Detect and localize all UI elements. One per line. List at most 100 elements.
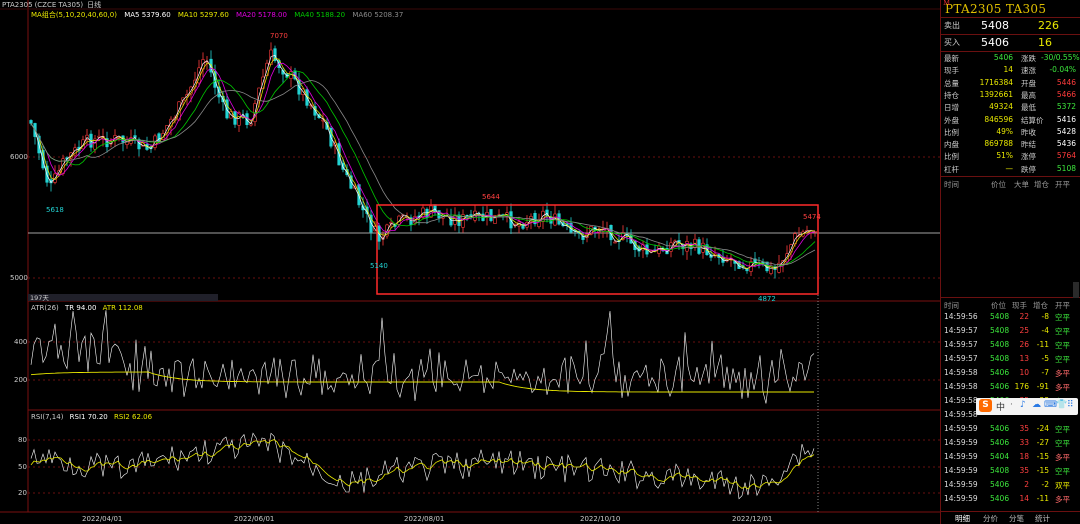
rsi-tick: 50 xyxy=(18,463,27,471)
candle-body xyxy=(613,241,617,244)
tick-time: 14:59:58 xyxy=(944,382,978,391)
tick-row[interactable]: 14:59:58 5406 176 -91 多平 xyxy=(941,382,1080,396)
cloud-icon[interactable]: ☁ xyxy=(1032,400,1041,410)
quote-label: 日增 xyxy=(944,103,959,113)
rsi-tick: 80 xyxy=(18,436,27,444)
tick-price: 5408 xyxy=(990,466,1010,475)
voice-icon[interactable]: ♪ xyxy=(1020,400,1026,410)
candle-body xyxy=(369,214,373,233)
tick-open-close: 多平 xyxy=(1055,453,1070,462)
tick-price: 5406 xyxy=(990,368,1010,377)
tick-position-change: -15 xyxy=(1036,466,1049,475)
quote-label: 最新 xyxy=(944,54,959,63)
tick-price: 5406 xyxy=(990,424,1010,433)
quote-label: 昨收 xyxy=(1021,127,1036,137)
low-annotation: 5618 xyxy=(46,206,64,214)
tick-open-close: 空平 xyxy=(1055,355,1070,364)
tick-position-change: -91 xyxy=(1036,382,1049,391)
quote-label: 比例 xyxy=(944,152,959,162)
quote-value: -0.04% xyxy=(1049,65,1076,75)
kline-chart[interactable]: PTA2305 (CZCE TA305) 日线 MA组合(5,10,20,40,60… xyxy=(0,0,940,524)
ime-mode-icon[interactable]: 中 xyxy=(996,400,1005,413)
tick-row[interactable]: 14:59:59 5406 33 -27 空平 xyxy=(941,438,1080,452)
punct-icon[interactable]: · xyxy=(1010,400,1013,410)
tick-open-close: 空平 xyxy=(1055,467,1070,476)
tick-price: 5408 xyxy=(990,326,1010,335)
tick-row[interactable]: 14:59:57 5408 13 -5 空平 xyxy=(941,354,1080,368)
tick-time: 14:59:57 xyxy=(944,326,978,335)
instrument-label[interactable]: PTA2305 (CZCE TA305) 日线 xyxy=(2,0,101,9)
tick-volume: 176 xyxy=(1014,382,1029,391)
candle-body xyxy=(389,222,393,224)
tick-open-close: 双平 xyxy=(1055,481,1070,490)
tick-volume: 2 xyxy=(1024,480,1029,489)
tick-volume: 18 xyxy=(1019,452,1029,461)
buy-level[interactable]: 买入 5406 16 xyxy=(941,35,1080,51)
tick-open-close: 空平 xyxy=(1055,425,1070,434)
tick-position-change: -8 xyxy=(1041,312,1049,321)
title-marker: M xyxy=(943,0,951,7)
tick-volume: 22 xyxy=(1019,312,1029,321)
quote-label: 内盘 xyxy=(944,140,959,150)
quote-label: 最高 xyxy=(1021,90,1036,100)
sell-level[interactable]: 卖出 5408 226 xyxy=(941,18,1080,34)
date-tick: 2022/12/01 xyxy=(732,515,772,523)
date-tick: 2022/08/01 xyxy=(404,515,444,523)
tick-row[interactable]: 14:59:59 5406 2 -2 双平 xyxy=(941,480,1080,494)
panel-scroll-handle[interactable] xyxy=(1073,282,1079,298)
tick-time: 14:59:59 xyxy=(944,466,978,475)
tick-open-close: 空平 xyxy=(1055,341,1070,350)
quote-label: 持仓 xyxy=(944,90,959,100)
quote-row: 比例 49% 昨收 5428 xyxy=(941,127,1080,139)
tick-time: 14:59:59 xyxy=(944,494,978,503)
tick-position-change: -2 xyxy=(1041,480,1049,489)
tab-price[interactable]: 分价 xyxy=(983,513,998,524)
tick-row[interactable]: 14:59:59 5406 35 -24 空平 xyxy=(941,424,1080,438)
tick-position-change: -27 xyxy=(1036,438,1049,447)
date-tick: 2022/06/01 xyxy=(234,515,274,523)
quote-panel: M PTA2305 TA305 卖出 5408 226 买入 5406 16 最新… xyxy=(940,0,1080,524)
tick-price: 5404 xyxy=(990,452,1010,461)
tick-position-change: -11 xyxy=(1036,340,1049,349)
tick-row[interactable]: 14:59:56 5408 22 -8 空平 xyxy=(941,312,1080,326)
skin-icon[interactable]: 👕 xyxy=(1056,400,1067,410)
tab-detail[interactable]: 明细 xyxy=(955,513,970,524)
tick-volume: 35 xyxy=(1019,424,1029,433)
quote-row: 现手 14 速涨 -0.04% xyxy=(941,65,1080,77)
quote-value: 49% xyxy=(996,126,1013,136)
tick-position-change: -24 xyxy=(1036,424,1049,433)
tick-price: 5406 xyxy=(990,480,1010,489)
rsi-legend: RSI(7,14) RSI1 70.20 RSI2 62.06 xyxy=(31,413,153,421)
quote-label: 比例 xyxy=(944,127,959,137)
tick-open-close: 空平 xyxy=(1055,439,1070,448)
tick-volume: 33 xyxy=(1019,438,1029,447)
sogou-logo-icon[interactable]: S xyxy=(979,399,992,412)
tick-row[interactable]: 14:59:57 5408 25 -4 空平 xyxy=(941,326,1080,340)
quote-row: 内盘 869788 昨结 5436 xyxy=(941,139,1080,151)
quote-value: 5466 xyxy=(1056,89,1076,99)
ime-toolbar[interactable]: S 中 · ♪ ☁ ⌨ 👕 ⠿ xyxy=(976,398,1078,415)
tick-volume: 14 xyxy=(1019,494,1029,503)
quote-label: 杠杆 xyxy=(944,164,959,174)
tab-stats[interactable]: 统计 xyxy=(1035,513,1050,524)
quote-value: 49324 xyxy=(989,102,1013,112)
tick-position-change: -5 xyxy=(1041,354,1049,363)
tick-volume: 25 xyxy=(1019,326,1029,335)
tick-row[interactable]: 14:59:57 5408 26 -11 空平 xyxy=(941,340,1080,354)
tick-open-close: 多平 xyxy=(1055,495,1070,504)
quote-row: 杠杆 — 跌停 5108 xyxy=(941,164,1080,176)
quote-value: 846596 xyxy=(984,114,1013,124)
tick-row[interactable]: 14:59:59 5404 18 -15 多平 xyxy=(941,452,1080,466)
quote-value: 869788 xyxy=(984,139,1013,149)
atr-tick: 200 xyxy=(14,376,27,384)
bars-count: 197天 xyxy=(30,294,49,302)
candle-body xyxy=(489,209,493,221)
tick-row[interactable]: 14:59:59 5406 14 -11 多平 xyxy=(941,494,1080,508)
quote-label: 最低 xyxy=(1021,103,1036,113)
tab-tick[interactable]: 分笔 xyxy=(1009,513,1024,524)
toolbox-icon[interactable]: ⠿ xyxy=(1067,400,1074,410)
quote-row: 总量 1716384 开盘 5446 xyxy=(941,78,1080,90)
tick-row[interactable]: 14:59:59 5408 35 -15 空平 xyxy=(941,466,1080,480)
tick-price: 5406 xyxy=(990,438,1010,447)
tick-row[interactable]: 14:59:58 5406 10 -7 多平 xyxy=(941,368,1080,382)
